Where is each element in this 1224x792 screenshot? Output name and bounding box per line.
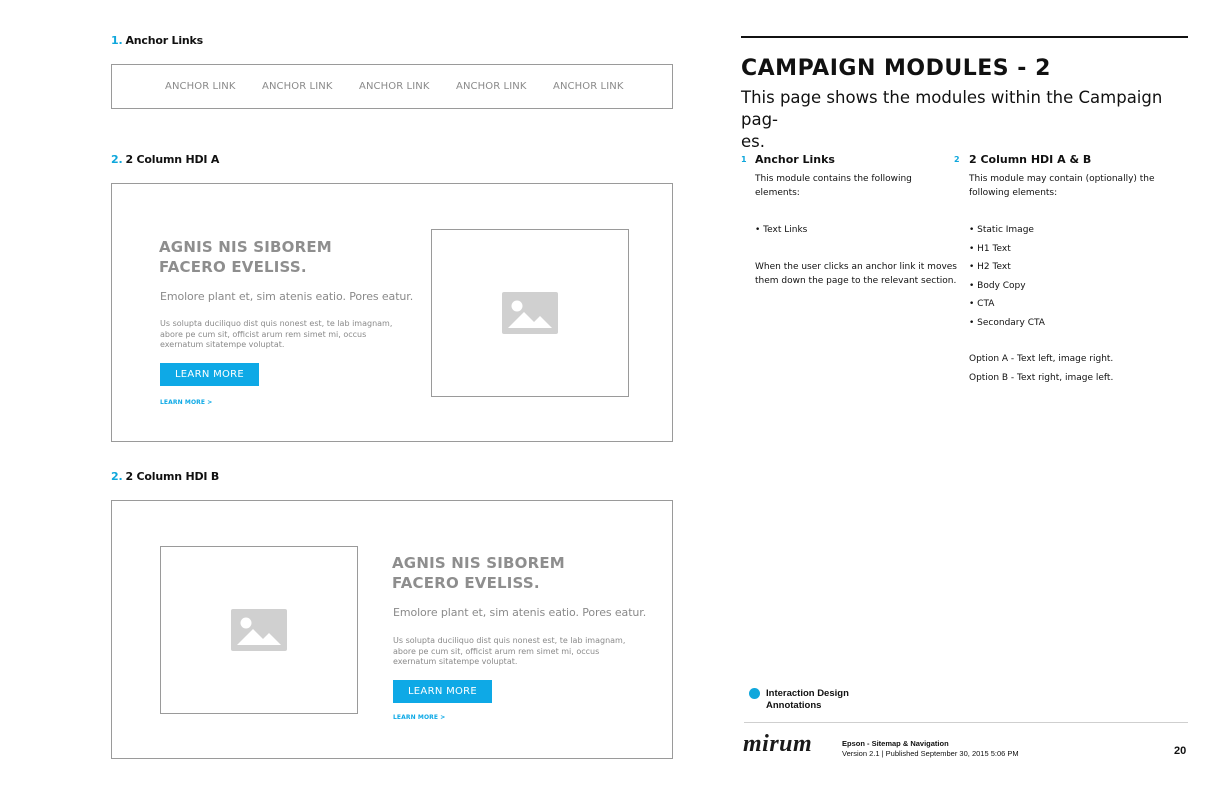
annotation-note-line: When the user clicks an anchor link it m… (755, 262, 957, 272)
footer-version: Version 2.1 | Published September 30, 20… (842, 749, 1019, 758)
annotation-options: Option A - Text left, image right. Optio… (969, 354, 1113, 391)
section-number: 2. (111, 470, 123, 483)
annotation-number: 2 (954, 155, 960, 164)
page-subtitle-line-2: es. (741, 132, 765, 151)
option-a: Option A - Text left, image right. (969, 354, 1114, 364)
hdi-heading-line-2: FACERO EVELISS. (392, 574, 540, 592)
page-subtitle: This page shows the modules within the C… (741, 87, 1188, 153)
footer-doc-title: Epson - Sitemap & Navigation (842, 739, 949, 748)
legend-label: Interaction Design Annotations (766, 688, 849, 712)
legend-dot-icon (749, 688, 760, 699)
hdi-heading-line-1: AGNIS NIS SIBOREM (392, 554, 565, 572)
annotation-intro-line: elements: (755, 188, 800, 198)
learn-more-link[interactable]: LEARN MORE > (160, 399, 212, 406)
learn-more-link[interactable]: LEARN MORE > (393, 714, 445, 721)
annotation-title: 2 Column HDI A & B (969, 153, 1092, 166)
list-item: • Body Copy (969, 280, 1026, 291)
legend-line: Annotations (766, 700, 822, 711)
annotation-intro-line: This module may contain (optionally) the (969, 174, 1155, 184)
annotation-intro: This module may contain (optionally) the… (969, 172, 1155, 200)
annotation-intro-line: This module contains the following (755, 174, 912, 184)
annotation-note: When the user clicks an anchor link it m… (755, 260, 957, 288)
hdi-body-copy: Us solupta duciliquo dist quis nonest es… (160, 319, 393, 349)
hdi-heading-line-1: AGNIS NIS SIBOREM (159, 238, 332, 256)
list-item: • H2 Text (969, 262, 1011, 272)
page-title: CAMPAIGN MODULES - 2 (741, 56, 1051, 81)
section-number: 1. (111, 34, 123, 47)
anchor-link-4[interactable]: ANCHOR LINK (456, 81, 526, 92)
list-item: • H1 Text (969, 243, 1011, 254)
section-title: 2 Column HDI A (125, 153, 220, 166)
hdi-subhead: Emolore plant et, sim atenis eatio. Pore… (160, 290, 414, 303)
page-number: 20 (1174, 745, 1187, 757)
annotation-list: • Text Links (755, 225, 807, 244)
hdi-image-placeholder (431, 229, 629, 397)
annotation-number: 1 (741, 155, 747, 164)
image-placeholder-icon (231, 609, 287, 651)
list-item: • CTA (969, 299, 995, 309)
annotation-intro: This module contains the following eleme… (755, 172, 912, 200)
hdi-subhead: Emolore plant et, sim atenis eatio. Pore… (393, 606, 647, 619)
hdi-a-module: AGNIS NIS SIBOREM FACERO EVELISS. Emolor… (111, 183, 673, 442)
header-rule (741, 36, 1188, 38)
anchor-link-3[interactable]: ANCHOR LINK (359, 81, 429, 92)
option-b: Option B - Text right, image left. (969, 372, 1114, 383)
hdi-heading-line-2: FACERO EVELISS. (159, 258, 307, 276)
section-title: 2 Column HDI B (125, 470, 220, 483)
list-item: • Static Image (969, 225, 1034, 235)
anchor-link-5[interactable]: ANCHOR LINK (553, 81, 623, 92)
section-number: 2. (111, 153, 123, 166)
annotation-title: Anchor Links (755, 153, 835, 166)
section-title: Anchor Links (125, 34, 204, 47)
hdi-body-copy: Us solupta duciliquo dist quis nonest es… (393, 636, 626, 666)
legend-line: Interaction Design (766, 688, 849, 699)
annotation-intro-line: following elements: (969, 188, 1058, 198)
section-label-anchor-links: 1. Anchor Links (111, 34, 203, 47)
annotation-list: • Static Image • H1 Text • H2 Text • Bod… (969, 225, 1045, 336)
image-placeholder-icon (502, 292, 558, 334)
anchor-link-1[interactable]: ANCHOR LINK (165, 81, 235, 92)
section-label-hdi-b: 2. 2 Column HDI B (111, 470, 219, 483)
hdi-image-placeholder (160, 546, 358, 714)
mirum-logo: mirum (743, 731, 813, 757)
hdi-heading: AGNIS NIS SIBOREM FACERO EVELISS. (159, 237, 332, 277)
list-item: • Secondary CTA (969, 317, 1045, 328)
learn-more-button[interactable]: LEARN MORE (160, 363, 259, 386)
footer-rule (744, 722, 1188, 723)
annotation-note-line: them down the page to the relevant secti… (755, 276, 957, 286)
hdi-b-module: AGNIS NIS SIBOREM FACERO EVELISS. Emolor… (111, 500, 673, 759)
page-subtitle-line-1: This page shows the modules within the C… (741, 88, 1163, 129)
learn-more-button[interactable]: LEARN MORE (393, 680, 492, 703)
anchor-link-2[interactable]: ANCHOR LINK (262, 81, 332, 92)
list-item: • Text Links (755, 225, 808, 235)
anchor-links-module: ANCHOR LINK ANCHOR LINK ANCHOR LINK ANCH… (111, 64, 673, 109)
section-label-hdi-a: 2. 2 Column HDI A (111, 153, 219, 166)
hdi-heading: AGNIS NIS SIBOREM FACERO EVELISS. (392, 553, 565, 593)
